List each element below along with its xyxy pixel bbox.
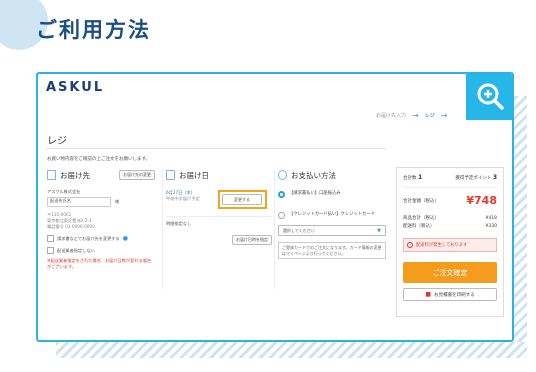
name-field[interactable]: 配送先氏名 xyxy=(47,197,111,207)
company-label: アスクル株式会社 xyxy=(47,189,81,194)
yen-icon xyxy=(278,170,287,180)
payment-option-credit[interactable]: 【クレジットカード払い】クレジットカード xyxy=(278,212,386,219)
specify-datetime-button[interactable]: お届け日時を指定 xyxy=(232,235,272,245)
notice-text: お買い物内容をご確認の上ご注文をお願いします。 xyxy=(47,157,151,162)
alert-icon: ! xyxy=(407,242,413,248)
print-label: お見積書を印刷する xyxy=(434,292,475,298)
step-register: レジ xyxy=(424,113,435,119)
radio-label: 【請求書払い】口座振込み xyxy=(289,191,341,196)
page-heading: ご利用方法 xyxy=(36,18,151,42)
schedule-note: 時間指定なし xyxy=(166,216,272,227)
pdf-icon: ■ xyxy=(425,291,432,298)
count-value: 1 xyxy=(417,174,423,181)
change-invoice-checkbox[interactable]: 請求書などでお届け先を変更する ● xyxy=(47,235,155,242)
divider xyxy=(162,169,163,289)
delivery-title: お届け先 xyxy=(60,170,90,180)
confirm-order-button[interactable]: ご注文確定 xyxy=(403,262,497,283)
truck-icon xyxy=(47,170,56,180)
payment-option-invoice[interactable]: 【請求書払い】口座振込み xyxy=(278,191,386,198)
chevron-down-icon: ▼ xyxy=(377,227,381,234)
divider xyxy=(46,148,386,149)
honorific: 様 xyxy=(115,199,120,204)
page-title: レジ xyxy=(47,136,67,147)
schedule-title: お届け日 xyxy=(179,170,209,180)
step-delivery[interactable]: お届け先入力 xyxy=(376,112,406,119)
subtotal-label: 商品合計（税込） xyxy=(403,216,439,221)
total-price: ¥748 xyxy=(466,194,497,207)
step-arrow-icon: → xyxy=(412,111,419,120)
order-summary: 合計数 1 獲得予定ポイント 3 合計金額（税込） ¥748 商品合計（税込） … xyxy=(396,167,504,317)
checkbox-label: 請求書などでお届け先を変更する xyxy=(57,235,120,241)
calendar-icon xyxy=(166,170,175,180)
warning-text: ※配送業者指定をされた場合、お届け日数が変わる場合がございます。 xyxy=(47,258,152,269)
checkbox-label: 配送業者指定しない xyxy=(57,247,95,253)
decorative-stripes xyxy=(56,342,527,358)
radio-selected[interactable] xyxy=(278,191,285,198)
card-info-box: ご登録カードでのご注文になります。カード情報の変更はマイページより行ってください… xyxy=(278,242,386,259)
divider xyxy=(403,187,497,188)
screenshot-frame: ASKUL お届け先入力 → レジ → レジ お買い物内容をご確認の上ご注文をお… xyxy=(36,72,514,342)
points-value: 3 xyxy=(492,174,497,181)
change-address-button[interactable]: お届け先の変更 xyxy=(119,170,155,180)
askul-logo: ASKUL xyxy=(46,80,105,95)
count-label: 合計数 xyxy=(403,176,417,181)
payment-section: お支払い方法 【請求書払い】口座振込み 【クレジットカード払い】クレジットカード… xyxy=(278,169,386,259)
divider xyxy=(274,169,275,289)
shipping-alert: ! 配送料が発生しております xyxy=(403,238,497,252)
checkbox-box[interactable] xyxy=(47,247,54,254)
delivery-section: お届け先 お届け先の変更 アスクル株式会社 配送先氏名 様 〒135-0061 … xyxy=(47,169,155,270)
alert-text: 配送料が発生しております xyxy=(416,243,468,248)
select-value: 選択してください xyxy=(283,227,315,233)
points-label: 獲得予定ポイント xyxy=(455,176,492,181)
checkbox-box[interactable] xyxy=(47,235,54,242)
step-arrow-icon: → xyxy=(440,111,448,120)
help-icon[interactable]: ● xyxy=(123,235,128,242)
change-date-button[interactable]: 変更する xyxy=(222,194,262,205)
no-carrier-checkbox[interactable]: 配送業者指定しない xyxy=(47,247,155,254)
print-quote-button[interactable]: ■ お見積書を印刷する xyxy=(403,288,497,301)
zoom-in-icon xyxy=(477,83,504,110)
total-label: 合計金額（税込） xyxy=(403,198,439,204)
checkout-steps: お届け先入力 → レジ → xyxy=(376,111,447,120)
payment-title: お支払い方法 xyxy=(291,170,336,180)
shipping-value: ¥330 xyxy=(485,223,497,229)
subtotal-value: ¥418 xyxy=(485,215,497,221)
card-select[interactable]: 選択してください ▼ xyxy=(278,225,386,236)
radio-label: 【クレジットカード払い】クレジットカード xyxy=(289,212,375,217)
shipping-label: 配送料（税込） xyxy=(403,224,435,229)
radio-unselected[interactable] xyxy=(278,212,285,219)
zoom-button[interactable] xyxy=(466,74,512,120)
address-line: 電話番号 03-0000-0000 xyxy=(47,224,95,229)
